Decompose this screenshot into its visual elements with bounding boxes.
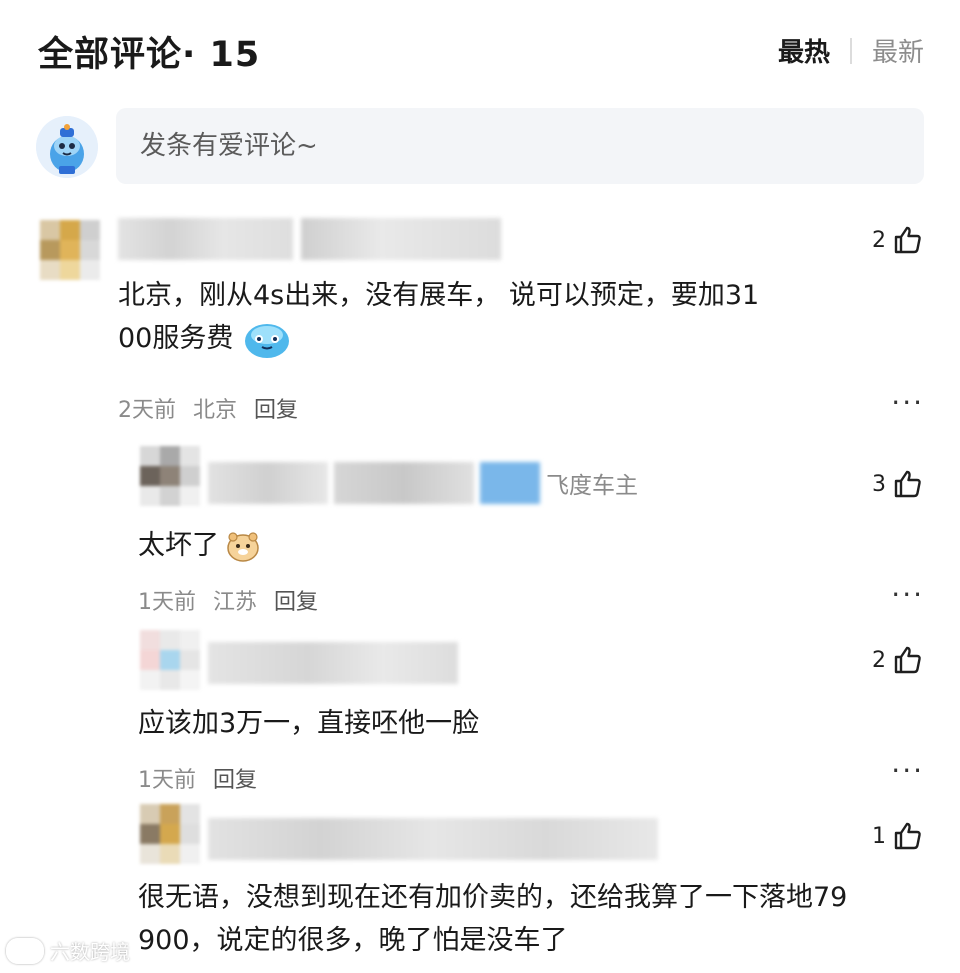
comment-location: 北京 <box>193 398 238 423</box>
comment-text: 太坏了 <box>138 524 261 567</box>
more-options-icon[interactable]: ··· <box>891 754 924 787</box>
watermark-text: 六数跨境 <box>50 940 130 964</box>
commenter-name-blurred[interactable] <box>208 818 658 860</box>
comments-header: 全部评论· 15 最热 最新 <box>38 24 924 75</box>
comments-title: 全部评论· 15 <box>38 35 261 75</box>
user-avatar[interactable] <box>36 116 98 178</box>
commenter-name-blurred[interactable]: 飞度车主 <box>208 462 638 504</box>
more-options-icon[interactable]: ··· <box>891 578 924 611</box>
comment-input[interactable]: 发条有爱评论~ <box>116 108 924 184</box>
like-count: 3 <box>872 471 886 497</box>
commenter-name-blurred[interactable] <box>208 642 458 684</box>
watermark-logo-icon <box>6 937 44 964</box>
reply-button[interactable]: 回复 <box>274 590 318 615</box>
comment-meta: 2天前 北京 回复 <box>118 392 308 424</box>
commenter-name-blurred[interactable] <box>118 218 501 260</box>
sort-new-tab[interactable]: 最新 <box>872 32 924 69</box>
comment-meta: 1天前 江苏 回复 <box>138 584 328 616</box>
comment-text: 北京，刚从4s出来，没有展车， 说可以预定，要加31 00服务费 <box>118 274 918 360</box>
like-counter[interactable]: 3 <box>872 468 924 500</box>
hamster-emoji-icon <box>227 531 259 562</box>
reply-button[interactable]: 回复 <box>254 398 298 423</box>
like-count: 2 <box>872 227 886 253</box>
watermark: 六数跨境 <box>6 936 130 965</box>
thumbs-up-icon <box>894 470 921 498</box>
commenter-avatar[interactable] <box>40 220 100 280</box>
comment-meta: 1天前 回复 <box>138 762 267 794</box>
thumbs-up-icon <box>894 226 921 254</box>
commenter-avatar[interactable] <box>140 630 200 690</box>
like-counter[interactable]: 2 <box>872 224 924 256</box>
like-count: 1 <box>872 823 886 849</box>
comment-time: 2天前 <box>118 398 176 423</box>
blue-blob-emoji-icon <box>245 323 290 358</box>
thumbs-up-icon <box>894 822 921 850</box>
thumbs-up-icon <box>894 646 921 674</box>
sort-switch: 最热 最新 <box>778 32 924 69</box>
reply-button[interactable]: 回复 <box>213 768 257 793</box>
sort-hot-tab[interactable]: 最热 <box>778 32 830 69</box>
commenter-avatar[interactable] <box>140 804 200 864</box>
owner-badge: 飞度车主 <box>546 473 638 499</box>
comment-location: 江苏 <box>213 590 258 615</box>
sort-divider <box>849 37 852 64</box>
like-counter[interactable]: 1 <box>872 820 924 852</box>
like-count: 2 <box>872 647 886 673</box>
more-options-icon[interactable]: ··· <box>891 386 924 419</box>
comment-time: 1天前 <box>138 590 196 615</box>
comment-text: 很无语，没想到现在还有加价卖的，还给我算了一下落地79 900，说定的很多，晚了… <box>138 882 848 956</box>
like-counter[interactable]: 2 <box>872 644 924 676</box>
comment-time: 1天前 <box>138 768 196 793</box>
comment-text: 应该加3万一，直接呸他一脸 <box>138 708 480 739</box>
comment-composer: 发条有爱评论~ <box>36 108 924 186</box>
commenter-avatar[interactable] <box>140 446 200 506</box>
